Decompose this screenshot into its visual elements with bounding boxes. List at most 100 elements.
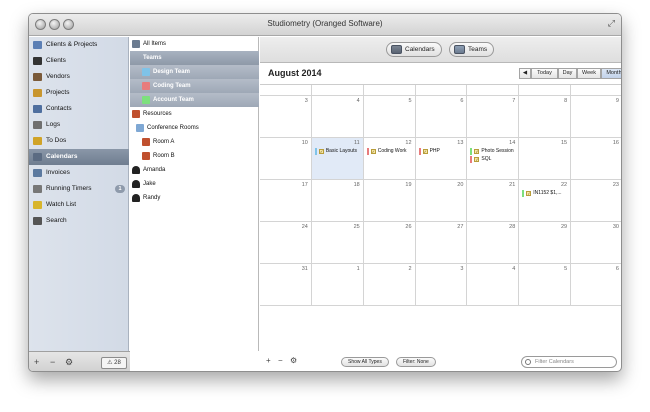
day-cell[interactable]: 2 (363, 264, 416, 306)
checkbox-icon[interactable]: ✓ (318, 149, 324, 154)
day-cell[interactable]: 5 (519, 264, 572, 306)
day-cell[interactable]: 9 (571, 96, 621, 138)
day-cell[interactable] (311, 85, 364, 96)
filter-calendars-search[interactable]: Filter Calendars (521, 356, 617, 368)
day-cell[interactable]: 11 (311, 138, 364, 180)
day-cell[interactable]: 1 (311, 264, 364, 306)
fullscreen-icon[interactable]: ⤢ (608, 18, 615, 29)
person-icon (132, 180, 140, 188)
day-cell[interactable]: 27 (415, 222, 468, 264)
today-button[interactable]: Today (531, 68, 558, 79)
tree-item-design-team[interactable]: Design Team (130, 65, 259, 79)
calendar-event[interactable]: ✓ Basic Layouts (314, 148, 362, 155)
sidebar-item-watch-list[interactable]: Watch List (29, 197, 129, 213)
day-cell[interactable]: 5 (363, 96, 416, 138)
event-title: Coding Work (377, 148, 407, 154)
filter-dropdown[interactable]: Filter: None (396, 357, 436, 367)
sidebar-item-clients[interactable]: Clients (29, 53, 129, 69)
teams-button[interactable]: Teams (449, 42, 495, 57)
tree-item-room-b[interactable]: Room B (130, 149, 259, 163)
sidebar-item-projects[interactable]: Projects (29, 85, 129, 101)
day-cell[interactable] (519, 85, 572, 96)
day-cell[interactable]: 12 (363, 138, 416, 180)
show-types-dropdown[interactable]: Show All Types (341, 357, 389, 367)
tree-item-account-team[interactable]: Account Team (130, 93, 259, 107)
day-cell[interactable]: 6 (571, 264, 621, 306)
warning-count-badge[interactable]: ⚠ 28 (101, 357, 127, 369)
day-cell[interactable]: 16 (571, 138, 621, 180)
day-cell[interactable]: 8 (519, 96, 572, 138)
day-cell[interactable]: 31 (260, 264, 312, 306)
day-cell[interactable] (571, 85, 621, 96)
sidebar-item-invoices[interactable]: Invoices (29, 165, 129, 181)
sidebar-item-clients-projects[interactable]: Clients & Projects (29, 37, 129, 53)
tree-item-all-items[interactable]: All Items (130, 37, 259, 51)
tree-item-jake[interactable]: Jake (130, 177, 259, 191)
remove-event-button[interactable]: − (278, 356, 283, 365)
checkbox-icon[interactable]: ✓ (474, 157, 480, 162)
month-view-button[interactable]: Month (601, 68, 621, 79)
day-cell[interactable]: 29 (519, 222, 572, 264)
day-cell[interactable]: 23 (571, 180, 621, 222)
checkbox-icon[interactable]: ✓ (422, 149, 428, 154)
day-cell[interactable]: 26 (363, 222, 416, 264)
day-cell[interactable]: 15 (519, 138, 572, 180)
calendar-event[interactable]: ✓ IN1152 $1,... (522, 190, 569, 197)
day-view-button[interactable]: Day (558, 68, 577, 79)
sidebar-item-calendars[interactable]: Calendars (29, 149, 129, 165)
day-cell[interactable]: 22 (519, 180, 572, 222)
tree-item-amanda[interactable]: Amanda (130, 163, 259, 177)
calendars-button[interactable]: Calendars (386, 42, 442, 57)
day-cell[interactable]: 20 (415, 180, 468, 222)
add-event-button[interactable]: + (266, 356, 271, 365)
day-cell[interactable] (467, 85, 520, 96)
calendar-event[interactable]: ✓ Coding Work (366, 148, 414, 155)
event-title: Photo Session (481, 148, 514, 154)
sidebar-item-contacts[interactable]: Contacts (29, 101, 129, 117)
day-cell[interactable]: 25 (311, 222, 364, 264)
tree-item-coding-team[interactable]: Coding Team (130, 79, 259, 93)
day-cell[interactable]: 6 (415, 96, 468, 138)
day-cell[interactable]: 4 (311, 96, 364, 138)
day-cell[interactable]: 30 (571, 222, 621, 264)
calendar-panel: Calendars Teams August 2014 ◀ Today Day … (260, 37, 621, 368)
day-cell[interactable]: 19 (363, 180, 416, 222)
day-cell[interactable]: 7 (467, 96, 520, 138)
week-view-button[interactable]: Week (577, 68, 601, 79)
day-cell[interactable]: 3 (415, 264, 468, 306)
previous-month-button[interactable]: ◀ (519, 68, 531, 79)
sidebar-item-vendors[interactable]: Vendors (29, 69, 129, 85)
tree-item-teams[interactable]: Teams (130, 51, 259, 65)
day-cell[interactable]: 3 (260, 96, 312, 138)
gear-icon[interactable]: ⚙ (65, 357, 73, 368)
sidebar-item-logs[interactable]: Logs (29, 117, 129, 133)
checkbox-icon[interactable]: ✓ (474, 149, 480, 154)
day-cell[interactable]: 24 (260, 222, 312, 264)
tree-item-resources[interactable]: Resources (130, 107, 259, 121)
day-cell[interactable] (415, 85, 468, 96)
checkbox-icon[interactable]: ✓ (526, 191, 532, 196)
day-cell[interactable]: 4 (467, 264, 520, 306)
window-title: Studiometry (Oranged Software) (267, 19, 383, 28)
tree-item-randy[interactable]: Randy (130, 191, 259, 205)
checkbox-icon[interactable]: ✓ (370, 149, 376, 154)
remove-button[interactable]: − (50, 357, 55, 367)
day-cell[interactable]: 13 (415, 138, 468, 180)
calendar-event[interactable]: ✓ PHP (418, 148, 466, 155)
sidebar-item-to-dos[interactable]: To Dos (29, 133, 129, 149)
gear-icon[interactable]: ⚙ (290, 356, 297, 365)
day-cell[interactable]: 10 (260, 138, 312, 180)
sidebar-item-running-timers[interactable]: Running Timers 1 (29, 181, 129, 197)
tree-item-room-a[interactable]: Room A (130, 135, 259, 149)
day-cell[interactable] (260, 85, 312, 96)
add-button[interactable]: + (34, 357, 39, 367)
day-cell[interactable]: 18 (311, 180, 364, 222)
tree-item-conference-rooms[interactable]: Conference Rooms (130, 121, 259, 135)
calendar-event[interactable]: ✓ SQL (470, 156, 517, 163)
day-cell[interactable] (363, 85, 416, 96)
sidebar-item-search[interactable]: Search (29, 213, 129, 229)
day-cell[interactable]: 21 (467, 180, 520, 222)
day-cell[interactable]: 28 (467, 222, 520, 264)
day-cell[interactable]: 17 (260, 180, 312, 222)
calendar-event[interactable]: ✓ Photo Session (470, 148, 517, 155)
